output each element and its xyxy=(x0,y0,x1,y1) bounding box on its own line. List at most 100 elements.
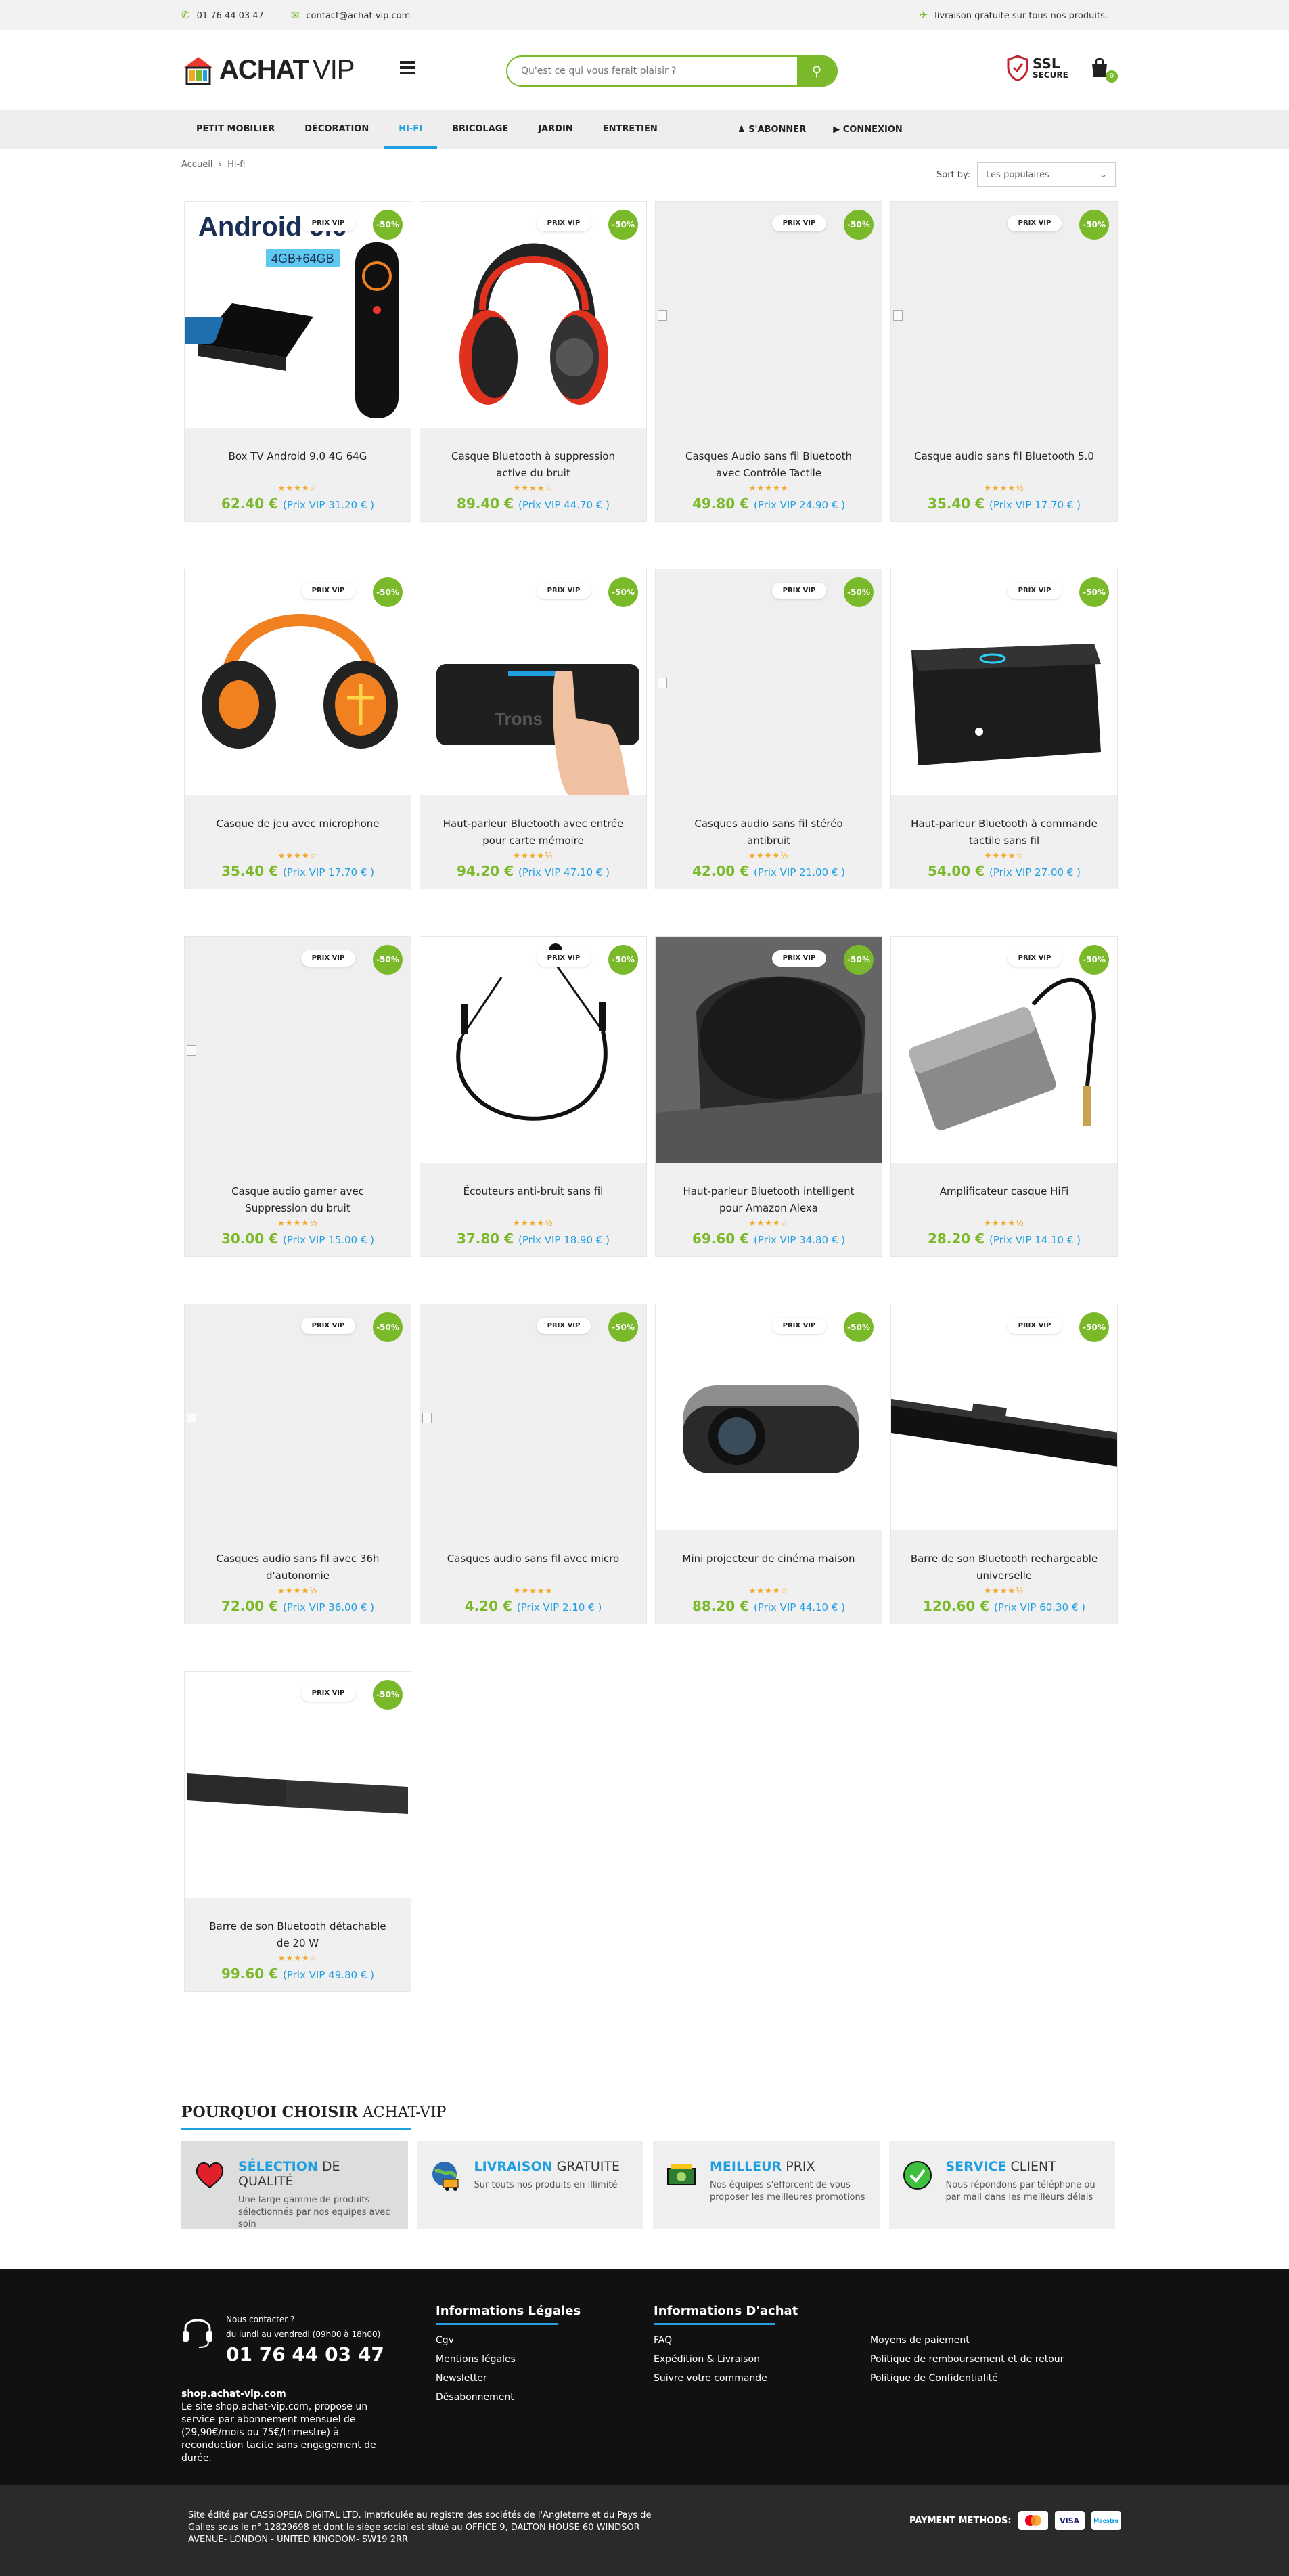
discount-badge: -50% xyxy=(1079,1312,1109,1342)
product-name[interactable]: Casques audio sans fil avec 36h d'autono… xyxy=(185,1551,411,1584)
logo-text: ACHAT VIP xyxy=(219,54,355,85)
site-logo[interactable]: ACHAT VIP xyxy=(181,53,355,87)
product-name[interactable]: Casques audio sans fil stéréo antibruit xyxy=(656,816,882,849)
discount-badge: -50% xyxy=(1079,210,1109,240)
product-image[interactable]: Android 9.0 4GB+64GB PRIX VIP -50% xyxy=(185,202,411,428)
product-card[interactable]: PRIX VIP -50% Casques audio sans fil avec … xyxy=(420,1304,647,1624)
product-image[interactable]: PRIX VIP -50% xyxy=(420,937,646,1163)
product-name[interactable]: Haut-parleur Bluetooth avec entrée pour … xyxy=(420,816,646,849)
product-card[interactable]: PRIX VIP -50% Haut-parleur Bluetooth intel… xyxy=(655,936,882,1257)
vip-badge: PRIX VIP xyxy=(772,950,826,967)
cart-button[interactable]: 0 xyxy=(1089,57,1118,83)
price-value: 35.40 € xyxy=(927,495,985,512)
link-track[interactable]: Suivre votre commande xyxy=(654,2369,870,2388)
link-payment[interactable]: Moyens de paiement xyxy=(870,2331,1064,2350)
product-name[interactable]: Casque audio gamer avec Suppression du b… xyxy=(185,1183,411,1217)
menu-icon[interactable] xyxy=(400,61,415,77)
product-image[interactable]: PRIX VIP -50% xyxy=(185,937,411,1163)
link-cgv[interactable]: Cgv xyxy=(436,2331,624,2350)
product-image[interactable]: PRIX VIP -50% xyxy=(185,1672,411,1898)
why-box-desc: Une large gamme de produits sélectionnés… xyxy=(238,2195,390,2229)
product-card[interactable]: PRIX VIP -50% Haut-parleur Bluetooth à com… xyxy=(890,569,1118,889)
why-section: Pourquoi choisir Achat-VIP Sélection de … xyxy=(181,2104,1115,2229)
link-shipping[interactable]: Expédition & Livraison xyxy=(654,2350,870,2369)
product-image[interactable]: PRIX VIP -50% xyxy=(891,1304,1117,1530)
product-name[interactable]: Casques Audio sans fil Bluetooth avec Co… xyxy=(656,448,882,482)
product-card[interactable]: PRIX VIP -50% Casque Bluetooth à suppressi… xyxy=(420,201,647,522)
product-name[interactable]: Haut-parleur Bluetooth intelligent pour … xyxy=(656,1183,882,1217)
product-image[interactable]: PRIX VIP -50% xyxy=(891,937,1117,1163)
why-box-desc: Nos équipes s'efforcent de vous proposer… xyxy=(710,2180,865,2202)
sort-select[interactable]: Les populaires ⌄ xyxy=(977,162,1116,187)
product-card[interactable]: PRIX VIP -50% Casque audio gamer avec Supp… xyxy=(184,936,411,1257)
discount-badge: -50% xyxy=(844,1312,874,1342)
link-refund[interactable]: Politique de remboursement et de retour xyxy=(870,2350,1064,2369)
product-card[interactable]: PRIX VIP -50% Barre de son Bluetooth recha… xyxy=(890,1304,1118,1624)
product-name[interactable]: Casque audio sans fil Bluetooth 5.0 xyxy=(891,448,1117,482)
link-privacy[interactable]: Politique de Confidentialité xyxy=(870,2369,1064,2388)
product-image[interactable]: PRIX VIP -50% xyxy=(656,202,882,428)
search-input[interactable] xyxy=(507,57,797,85)
product-card[interactable]: PRIX VIP -50% Casques Audio sans fil Bluet… xyxy=(655,201,882,522)
product-name[interactable]: Barre de son Bluetooth détachable de 20 … xyxy=(185,1918,411,1952)
product-name[interactable]: Amplificateur casque HiFi xyxy=(891,1183,1117,1217)
product-image[interactable]: PRIX VIP -50% xyxy=(656,937,882,1163)
product-name[interactable]: Barre de son Bluetooth rechargeable univ… xyxy=(891,1551,1117,1584)
product-card[interactable]: PRIX VIP -50% Écouteurs anti-bruit sans fi… xyxy=(420,936,647,1257)
product-image[interactable]: PRIX VIP -50% xyxy=(656,569,882,795)
product-card[interactable]: Trons PRIX VIP -50% Haut-parleur Bluetooth … xyxy=(420,569,647,889)
product-card[interactable]: PRIX VIP -50% Barre de son Bluetooth détac… xyxy=(184,1671,411,1992)
nav-jardin[interactable]: JARDIN xyxy=(523,110,587,149)
user-icon: ♟ xyxy=(738,124,746,135)
email-contact[interactable]: ✉ contact@achat-vip.com xyxy=(291,9,410,21)
legal-notice: Site édité par CASSIOPEIA DIGITAL LTD. I… xyxy=(188,2510,652,2545)
product-name[interactable]: Casque de jeu avec microphone xyxy=(185,816,411,849)
product-image[interactable]: PRIX VIP -50% xyxy=(185,1304,411,1530)
login-link[interactable]: ▶ CONNEXION xyxy=(833,125,903,135)
product-name[interactable]: Mini projecteur de cinéma maison xyxy=(656,1551,882,1584)
product-image[interactable]: PRIX VIP -50% xyxy=(891,202,1117,428)
product-card[interactable]: PRIX VIP -50% Casques audio sans fil avec … xyxy=(184,1304,411,1624)
link-unsubscribe[interactable]: Désabonnement xyxy=(436,2388,624,2407)
product-image[interactable]: Trons PRIX VIP -50% xyxy=(420,569,646,795)
link-mentions[interactable]: Mentions légales xyxy=(436,2350,624,2369)
product-name[interactable]: Casques audio sans fil avec micro xyxy=(420,1551,646,1584)
product-image[interactable]: PRIX VIP -50% xyxy=(656,1304,882,1530)
why-box-title: Sélection de qualité xyxy=(238,2159,340,2189)
rating-stars: ★★★★☆ xyxy=(748,1218,789,1228)
product-image[interactable]: PRIX VIP -50% xyxy=(185,569,411,795)
vip-price: (Prix VIP 36.00 € ) xyxy=(283,1601,375,1614)
contact-phone[interactable]: 01 76 44 03 47 xyxy=(226,2343,384,2366)
nav-bricolage[interactable]: BRICOLAGE xyxy=(437,110,523,149)
product-card[interactable]: PRIX VIP -50% Casque audio sans fil Blueto… xyxy=(890,201,1118,522)
product-image[interactable]: PRIX VIP -50% xyxy=(420,202,646,428)
subscribe-link[interactable]: ♟ S'ABONNER xyxy=(738,125,806,135)
product-card[interactable]: PRIX VIP -50% Casque de jeu avec microphon… xyxy=(184,569,411,889)
sort-label: Sort by: xyxy=(936,169,971,180)
rating-stars: ★★★★½ xyxy=(984,483,1024,493)
link-faq[interactable]: FAQ xyxy=(654,2331,870,2350)
product-card[interactable]: PRIX VIP -50% Casques audio sans fil stéré… xyxy=(655,569,882,889)
product-name[interactable]: Casque Bluetooth à suppression active du… xyxy=(420,448,646,482)
headset-icon xyxy=(183,2319,212,2348)
why-title: Pourquoi choisir Achat-VIP xyxy=(181,2104,447,2121)
price-value: 42.00 € xyxy=(692,863,750,879)
product-image[interactable]: PRIX VIP -50% xyxy=(420,1304,646,1530)
product-card[interactable]: PRIX VIP -50% Amplificateur casque HiFi ★★★… xyxy=(890,936,1118,1257)
product-name[interactable]: Box TV Android 9.0 4G 64G xyxy=(185,448,411,482)
breadcrumb-home[interactable]: Accueil xyxy=(181,160,212,170)
nav-decoration[interactable]: DÉCORATION xyxy=(290,110,384,149)
nav-petit-mobilier[interactable]: PETIT MOBILIER xyxy=(181,110,290,149)
phone-contact[interactable]: ✆ 01 76 44 03 47 xyxy=(181,9,264,21)
product-card[interactable]: PRIX VIP -50% Mini projecteur de cinéma ma… xyxy=(655,1304,882,1624)
nav-entretien[interactable]: ENTRETIEN xyxy=(588,110,673,149)
product-card[interactable]: Android 9.0 4GB+64GB PRIX VIP -50% Box TV An… xyxy=(184,201,411,522)
link-newsletter[interactable]: Newsletter xyxy=(436,2369,624,2388)
product-image[interactable]: PRIX VIP -50% xyxy=(891,569,1117,795)
why-box-title: Service client xyxy=(945,2159,1056,2174)
product-name[interactable]: Haut-parleur Bluetooth à commande tactil… xyxy=(891,816,1117,849)
nav-hifi[interactable]: HI-FI xyxy=(384,110,437,149)
footer: Nous contacter ? du lundi au vendredi (0… xyxy=(0,2269,1289,2485)
search-button[interactable]: ⚲ xyxy=(797,57,836,85)
product-name[interactable]: Écouteurs anti-bruit sans fil xyxy=(420,1183,646,1217)
